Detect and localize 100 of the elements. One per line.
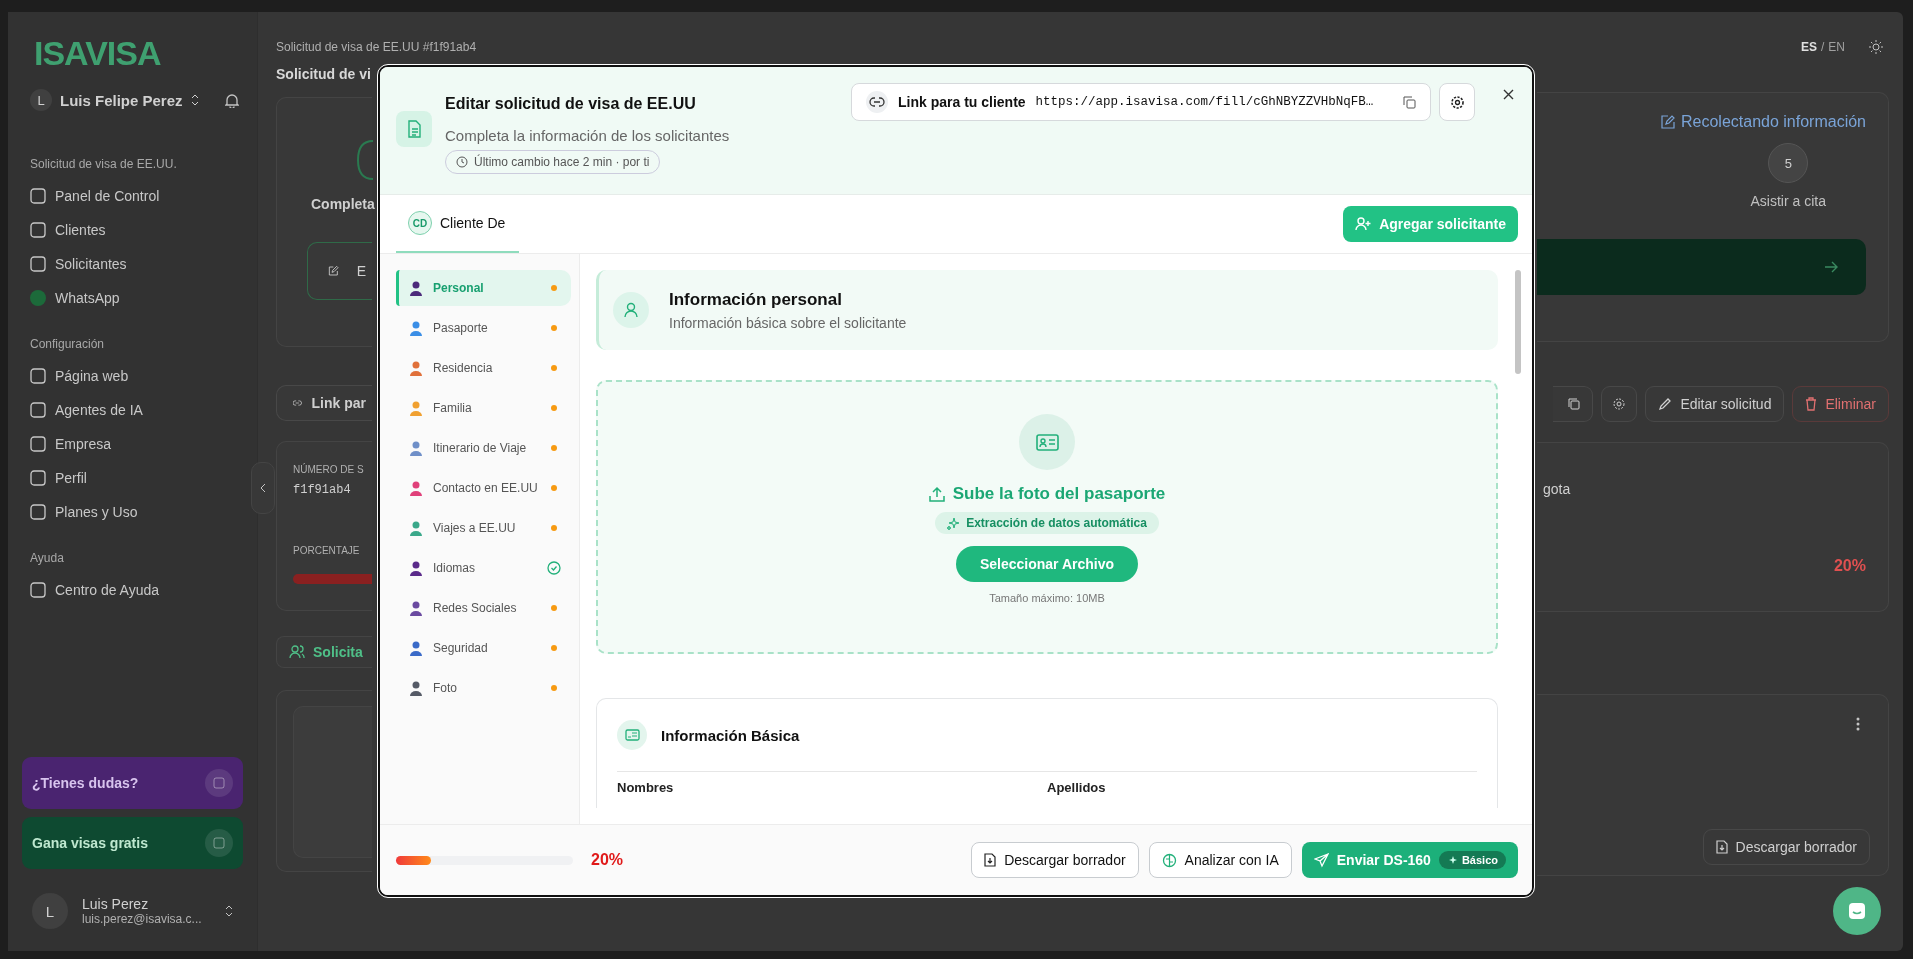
copy-icon[interactable] [1403, 95, 1416, 109]
section-nav-item[interactable]: Seguridad [396, 630, 571, 666]
file-download-icon [984, 853, 997, 867]
language-separator: / [1821, 40, 1825, 54]
logo: ISAVISA [34, 34, 162, 73]
section-nav-item[interactable]: Familia [396, 390, 571, 426]
promo-card[interactable]: ¿Tienes dudas? [22, 757, 243, 809]
chevron-icon [225, 905, 233, 917]
city-text: gota [1543, 481, 1572, 497]
file-download-icon [1715, 840, 1728, 854]
download-button[interactable]: Descargar borrador [971, 842, 1139, 878]
upload-icon [928, 486, 945, 502]
progress-reading: 20% [591, 851, 624, 869]
edit-icon [328, 263, 339, 279]
sidebar-item[interactable]: Agentes de IA [22, 393, 243, 427]
link-icon [293, 398, 302, 408]
copy-button[interactable] [1553, 386, 1594, 422]
collapse-handle[interactable] [251, 462, 275, 514]
analyze-button[interactable]: Analizar con IA [1148, 842, 1292, 878]
step-label: Asistir a cita [1750, 193, 1826, 209]
promo-card[interactable]: Gana visas gratis [22, 817, 243, 869]
arrow-right-icon [1824, 261, 1838, 273]
pending-dot [551, 485, 557, 491]
field-label: Nombres [617, 780, 675, 795]
pending-dot [551, 285, 557, 291]
document-icon [396, 111, 432, 147]
promo-label: ¿Tienes dudas? [32, 775, 139, 791]
modal-subtitle: Completa la información de los solicitantes [445, 127, 730, 144]
upload-dropzone[interactable]: Sube la foto del pasaporte Extracción de datos automática Seleccionar Archivo Tamaño máximo: 10MB [596, 380, 1498, 654]
person-icon [409, 280, 423, 296]
promo-label: Gana visas gratis [32, 835, 148, 851]
section-nav-item[interactable]: Redes Sociales [396, 590, 571, 626]
edit-request-button[interactable]: Editar solicitud [1645, 386, 1785, 422]
sun-icon[interactable] [1869, 40, 1883, 54]
user-icon [613, 292, 649, 328]
pending-dot [551, 605, 557, 611]
sidebar-item[interactable]: Centro de Ayuda [22, 573, 243, 607]
user-card[interactable]: L Luis Perez luis.perez@isavisa.c... [22, 883, 243, 939]
section-nav-item[interactable]: Pasaporte [396, 310, 571, 346]
bell-icon[interactable] [225, 92, 239, 108]
section-label: Ayuda [30, 551, 65, 565]
pending-dot [551, 365, 557, 371]
section-title: Información personal [669, 289, 843, 310]
send-button[interactable]: Enviar DS-160 Básico [1301, 842, 1518, 878]
edit-button[interactable]: E [307, 242, 372, 300]
account-switcher[interactable]: Luis Felipe Perez [60, 91, 199, 109]
sparkle-icon [947, 516, 961, 530]
sidebar-item[interactable]: Planes y Uso [22, 495, 243, 529]
chat-button[interactable] [1833, 887, 1881, 935]
trash-icon [1805, 397, 1818, 411]
pending-dot [551, 525, 557, 531]
avatar: L [32, 893, 68, 929]
applicants-tab[interactable]: Solicita [276, 636, 372, 668]
link-url: https://app.isavisa.com/fill/cGhNBYZZVHbNqFB… [1035, 95, 1375, 109]
chevron-left-icon [260, 483, 266, 493]
section-nav-item[interactable]: Idiomas [396, 550, 571, 586]
sidebar-item[interactable]: Perfil [22, 461, 243, 495]
sidebar-item[interactable]: WhatsApp [22, 281, 243, 315]
modal-title: Editar solicitud de visa de EE.UU [445, 95, 697, 113]
section-label: Configuración [30, 337, 106, 351]
section-nav-item[interactable]: Residencia [396, 350, 571, 386]
sidebar-item[interactable]: Panel de Control [22, 179, 243, 213]
section-nav-item[interactable]: Viajes a EE.UU [396, 510, 571, 546]
avatar: CD [408, 211, 432, 235]
plan-badge: Básico [1438, 851, 1506, 869]
user-plus-icon [1355, 217, 1372, 231]
link-button[interactable]: Link par [276, 385, 372, 421]
chat-icon [1847, 901, 1867, 921]
close-icon[interactable] [1503, 89, 1514, 100]
pending-dot [551, 405, 557, 411]
sidebar-item[interactable]: Empresa [22, 427, 243, 461]
chevron-icon [190, 94, 199, 106]
delete-button[interactable]: Eliminar [1792, 386, 1889, 422]
copy-icon [1568, 398, 1581, 410]
request-number: f1f91ab4 [293, 483, 352, 497]
sidebar-item[interactable]: Clientes [22, 213, 243, 247]
status-label: Recolectando información [1661, 113, 1866, 131]
send-icon [1313, 852, 1329, 868]
sidebar-item[interactable]: Solicitantes [22, 247, 243, 281]
step-number: 5 [1768, 143, 1809, 183]
more-icon[interactable] [1856, 717, 1860, 731]
field-label: PORCENTAJE [293, 545, 361, 556]
pending-dot [551, 645, 557, 651]
pencil-icon [1658, 397, 1673, 411]
clock-icon [456, 156, 468, 168]
download-button[interactable]: Descargar borrador [1702, 829, 1870, 865]
language-option[interactable]: ES [1800, 40, 1817, 54]
section-nav-item[interactable]: Contacto en EE.UU [396, 470, 571, 506]
pending-dot [551, 445, 557, 451]
language-option[interactable]: EN [1828, 40, 1845, 54]
promo-icon [205, 829, 233, 857]
section-nav-item[interactable]: Foto [396, 670, 571, 706]
section-nav-item[interactable]: Itinerario de Viaje [396, 430, 571, 466]
pending-dot [551, 685, 557, 691]
settings-icon [1449, 94, 1465, 110]
breadcrumb: Solicitud de visa de EE.UU #f1f91ab4 [276, 40, 477, 54]
avatar: L [30, 89, 52, 111]
sidebar-item[interactable]: Página web [22, 359, 243, 393]
upload-title: Sube la foto del pasaporte [928, 484, 1166, 504]
promo-icon [205, 769, 233, 797]
